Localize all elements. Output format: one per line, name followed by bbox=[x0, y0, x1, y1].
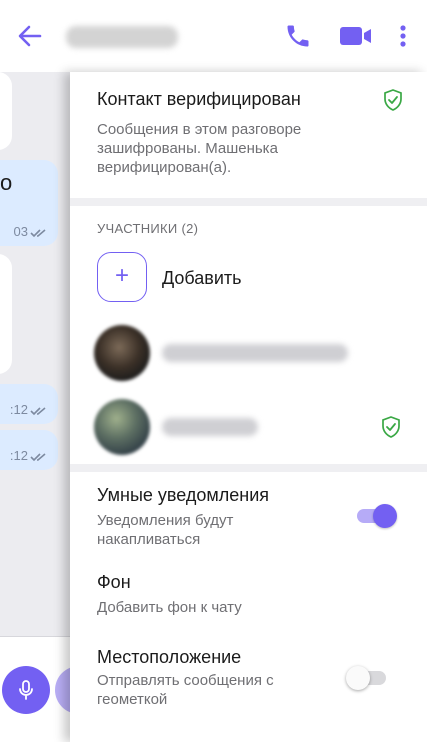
location-toggle[interactable] bbox=[346, 666, 386, 690]
smart-notifications-toggle[interactable] bbox=[357, 504, 397, 528]
toggle-knob bbox=[346, 666, 370, 690]
message-time: 03 bbox=[13, 224, 28, 239]
arrow-left-icon bbox=[18, 25, 42, 47]
message-text: о bbox=[0, 170, 13, 195]
more-options-button[interactable] bbox=[396, 22, 410, 50]
setting-title: Фон bbox=[97, 572, 131, 592]
double-check-icon bbox=[30, 229, 46, 238]
message-bubble-outgoing[interactable]: :12 bbox=[0, 384, 58, 424]
shield-check-icon bbox=[382, 416, 400, 438]
message-time: :12 bbox=[9, 402, 28, 417]
top-bar bbox=[0, 0, 427, 72]
message-bubble-incoming[interactable] bbox=[0, 254, 12, 374]
setting-description: Уведомления будут накапливаться bbox=[97, 512, 234, 548]
voice-message-button[interactable] bbox=[2, 666, 50, 714]
chat-info-panel: Контакт верифицирован Сообщения в этом р… bbox=[70, 72, 427, 742]
toggle-knob bbox=[373, 504, 397, 528]
double-check-icon bbox=[30, 453, 46, 462]
setting-title: Местоположение bbox=[97, 647, 242, 667]
member-name bbox=[162, 418, 258, 436]
member-name bbox=[162, 344, 348, 362]
double-check-icon bbox=[30, 407, 46, 416]
verification-title: Контакт верифицирован bbox=[97, 89, 301, 109]
more-vertical-icon bbox=[400, 25, 406, 47]
message-time: :12 bbox=[9, 448, 28, 463]
avatar bbox=[94, 399, 150, 455]
back-button[interactable] bbox=[16, 22, 44, 50]
phone-icon bbox=[287, 25, 309, 47]
section-divider bbox=[70, 464, 427, 472]
message-bubble-outgoing[interactable]: о 03 bbox=[0, 160, 58, 246]
section-divider bbox=[70, 198, 427, 206]
message-bubble-outgoing[interactable]: :12 bbox=[0, 430, 58, 470]
microphone-icon bbox=[19, 680, 33, 700]
members-section-label: УЧАСТНИКИ (2) bbox=[97, 221, 199, 236]
shield-check-icon bbox=[384, 89, 402, 111]
setting-description: Добавить фон к чату bbox=[97, 599, 242, 616]
message-bubble-incoming[interactable] bbox=[0, 72, 12, 150]
plus-icon: + bbox=[114, 262, 129, 289]
video-call-button[interactable] bbox=[339, 25, 373, 47]
video-camera-icon bbox=[340, 27, 371, 45]
verification-section[interactable]: Контакт верифицирован Сообщения в этом р… bbox=[70, 72, 427, 198]
setting-title: Умные уведомления bbox=[97, 485, 270, 505]
contact-name[interactable] bbox=[66, 26, 178, 48]
call-button[interactable] bbox=[284, 22, 312, 50]
add-member-icon-frame: + bbox=[97, 252, 147, 302]
verification-description: Сообщения в этом разговоре зашифрованы. … bbox=[97, 121, 302, 176]
avatar bbox=[94, 325, 150, 381]
setting-description: Отправлять сообщения с геометкой bbox=[97, 672, 274, 708]
add-member-label: Добавить bbox=[162, 268, 242, 288]
